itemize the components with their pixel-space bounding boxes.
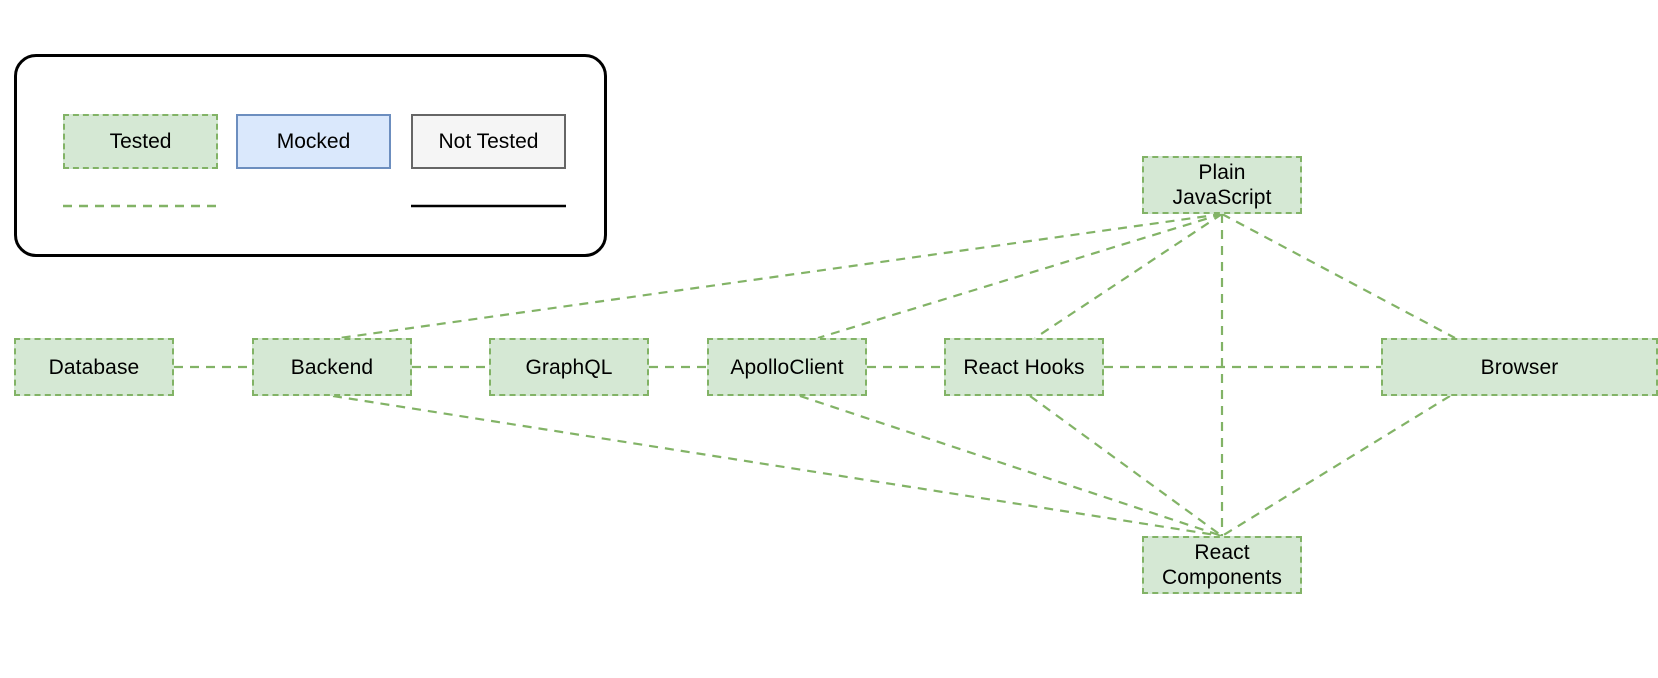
- node-backend[interactable]: Backend: [252, 338, 412, 396]
- node-graphql[interactable]: GraphQL: [489, 338, 649, 396]
- edge-plainjavascript-reacthooks: [1034, 213, 1223, 339]
- legend-label-not-tested: Not Tested: [438, 129, 539, 153]
- node-plain-javascript[interactable]: Plain JavaScript: [1142, 156, 1302, 214]
- legend-swatch-tested: Tested: [63, 114, 218, 169]
- edge-browser-reactcomponents: [1221, 395, 1451, 537]
- diagram-canvas: Tested Mocked Not Tested Database Backen…: [0, 0, 1658, 678]
- node-label: Database: [48, 355, 140, 379]
- edge-reacthooks-reactcomponents: [1029, 395, 1223, 537]
- legend-label-mocked: Mocked: [276, 129, 351, 153]
- legend-swatch-not-tested: Not Tested: [411, 114, 566, 169]
- node-label: React Hooks: [963, 355, 1085, 379]
- node-apolloclient[interactable]: ApolloClient: [707, 338, 867, 396]
- node-browser[interactable]: Browser: [1381, 338, 1658, 396]
- node-label: React Components: [1161, 541, 1283, 589]
- node-database[interactable]: Database: [14, 338, 174, 396]
- edge-plainjavascript-apolloclient: [817, 212, 1223, 340]
- node-label: Browser: [1480, 355, 1559, 379]
- edge-backend-reactcomponents: [332, 394, 1223, 538]
- edge-apolloclient-reactcomponents: [799, 394, 1223, 538]
- legend-line-dashed-green: [63, 204, 218, 208]
- node-react-hooks[interactable]: React Hooks: [944, 338, 1104, 396]
- legend-label-tested: Tested: [109, 129, 172, 153]
- node-react-components[interactable]: React Components: [1142, 536, 1302, 594]
- node-label: Backend: [290, 355, 374, 379]
- node-label: Plain JavaScript: [1172, 161, 1272, 209]
- legend-line-solid-black: [411, 204, 566, 208]
- legend-panel: Tested Mocked Not Tested: [14, 54, 607, 257]
- node-label: GraphQL: [525, 355, 613, 379]
- node-label: ApolloClient: [730, 355, 844, 379]
- legend-swatch-mocked: Mocked: [236, 114, 391, 169]
- edge-plainjavascript-browser: [1221, 213, 1456, 339]
